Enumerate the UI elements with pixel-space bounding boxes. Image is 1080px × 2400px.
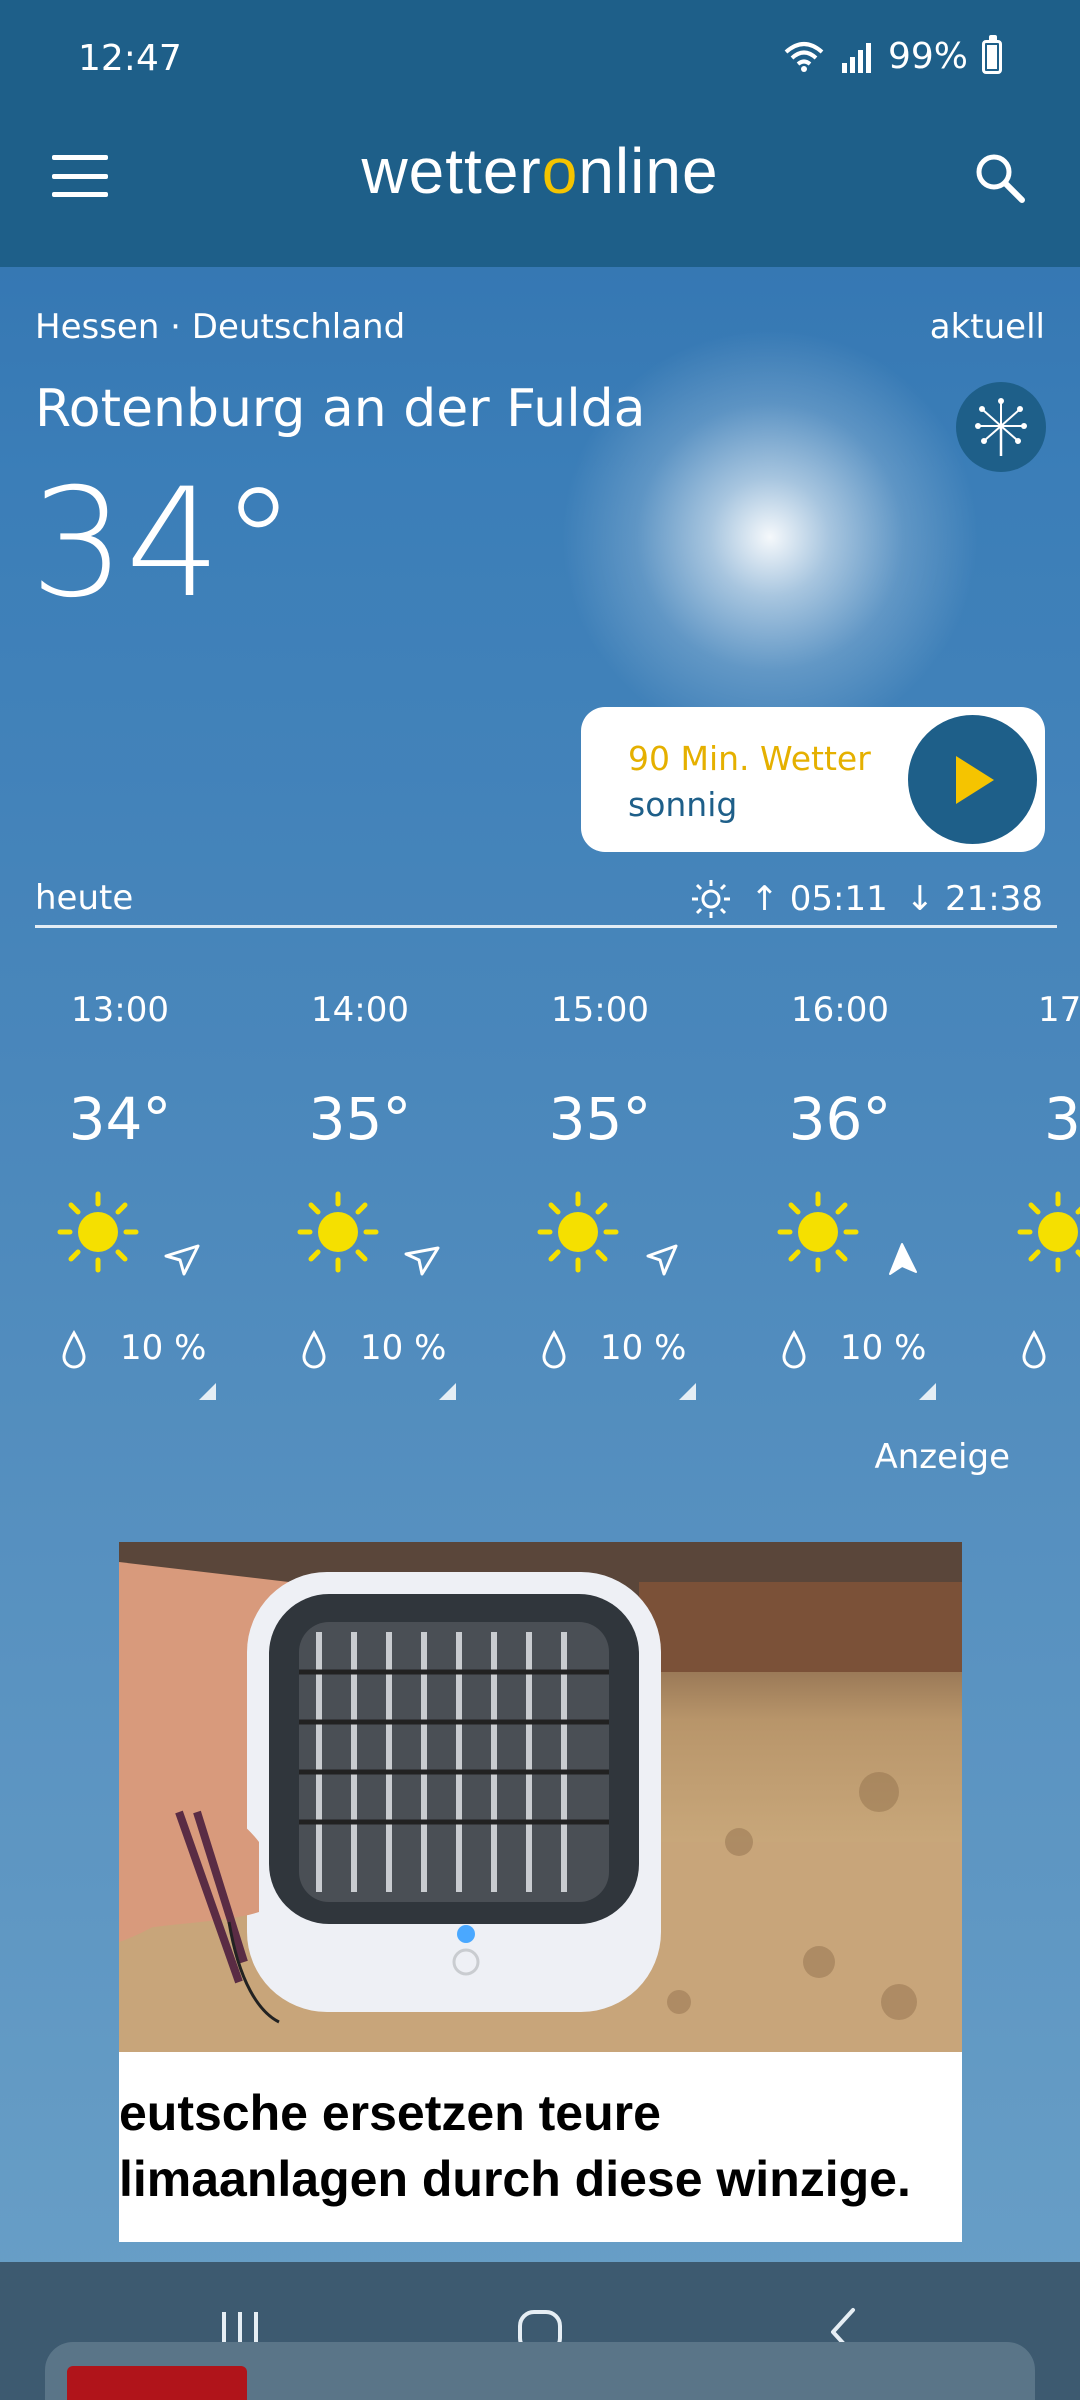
hour-temp: 35° (308, 1085, 412, 1153)
hour-temp: 34° (68, 1085, 172, 1153)
wind-direction-icon (404, 1246, 440, 1276)
hour-column[interactable]: 17: 3 (960, 990, 1080, 1400)
wifi-icon (784, 41, 824, 72)
wind-direction-icon (164, 1244, 200, 1276)
app-logo: wetteronline (361, 135, 719, 207)
signal-icon (841, 42, 871, 73)
ad-headline: eutsche ersetzen teure limaanlagen durch… (119, 2085, 911, 2207)
sun-icon (1017, 1191, 1080, 1273)
play-button[interactable] (902, 709, 1043, 850)
sun-outline-icon (692, 880, 731, 918)
hour-time: 17: (1038, 990, 1080, 1030)
sun-icon (537, 1191, 619, 1273)
hour-precip: 10 % (360, 1328, 447, 1368)
expand-corner-icon (434, 1383, 456, 1400)
raindrop-icon (302, 1330, 326, 1369)
ad-product-photo (119, 1542, 962, 2052)
pollen-button[interactable] (956, 382, 1046, 472)
play-icon (955, 755, 994, 804)
battery-percent: 99% (887, 36, 968, 77)
nowcast-title: 90 Min. Wetter (628, 739, 871, 778)
expand-corner-icon (914, 1383, 936, 1400)
hour-precip: 10 % (600, 1328, 687, 1368)
expand-corner-icon (674, 1383, 696, 1400)
hourly-forecast[interactable]: 13:00 34° 10 % 14:00 35° 10 % 15:00 35° … (0, 990, 1080, 1400)
hour-column[interactable]: 14:00 35° 10 % (240, 990, 480, 1400)
app-header: 12:47 99% wetteronline (0, 0, 1080, 267)
hour-column[interactable]: 13:00 34° 10 % (0, 990, 240, 1400)
hour-precip: 10 % (840, 1328, 927, 1368)
sun-icon (297, 1191, 379, 1273)
hour-precip: 10 % (120, 1328, 207, 1368)
hour-temp: 3 (1044, 1085, 1080, 1153)
sunrise-time: ↑ 05:11 (750, 879, 888, 919)
hour-time: 16:00 (791, 990, 889, 1030)
ad-label: Anzeige (874, 1437, 1010, 1477)
hour-temp: 36° (788, 1085, 892, 1153)
mode-label[interactable]: aktuell (930, 307, 1045, 347)
nowcast-condition: sonnig (628, 785, 738, 824)
raindrop-icon (782, 1330, 806, 1369)
ad-image (119, 1542, 962, 2052)
arrow-up-icon: ↑ (750, 879, 779, 919)
hour-time: 14:00 (311, 990, 409, 1030)
sun-icon (777, 1191, 859, 1273)
sun-times: ↑ 05:11 ↓ 21:38 (690, 878, 1043, 920)
weather-screen: 12:47 99% wetteronline Hessen · Deutschl… (0, 0, 1080, 2400)
arrow-down-icon: ↓ (905, 879, 935, 919)
search-icon[interactable] (972, 150, 1028, 206)
ad-card[interactable]: eutsche ersetzen teure limaanlagen durch… (119, 1542, 962, 2242)
sunset-time: ↓ 21:38 (905, 879, 1043, 919)
nowcast-card[interactable]: 90 Min. Wetter sonnig (581, 707, 1045, 852)
day-label: heute (35, 878, 134, 918)
current-temperature: 34° (30, 457, 296, 631)
wind-direction-icon (646, 1244, 678, 1276)
bottom-sheet[interactable] (45, 2342, 1035, 2400)
battery-icon (982, 34, 1002, 74)
raindrop-icon (62, 1330, 86, 1369)
current-weather-panel: Hessen · Deutschland aktuell Rotenburg a… (0, 267, 1080, 947)
wind-direction-icon (889, 1243, 917, 1275)
raindrop-icon (542, 1330, 566, 1369)
hour-column[interactable]: 16:00 36° 10 % (720, 990, 960, 1400)
raindrop-icon (1022, 1330, 1046, 1369)
dandelion-icon (975, 398, 1027, 456)
region-label: Hessen · Deutschland (35, 307, 406, 347)
hour-column[interactable]: 15:00 35° 10 % (480, 990, 720, 1400)
sheet-thumbnail (67, 2366, 247, 2400)
status-icons: 99% (782, 34, 1002, 77)
hour-temp: 35° (548, 1085, 652, 1153)
hour-time: 15:00 (551, 990, 649, 1030)
sun-icon (57, 1191, 139, 1273)
status-time: 12:47 (78, 38, 182, 79)
hour-time: 13:00 (71, 990, 169, 1030)
city-name: Rotenburg an der Fulda (35, 379, 646, 439)
day-header: heute ↑ 05:11 ↓ 21:38 (35, 878, 1057, 928)
expand-corner-icon (194, 1383, 216, 1400)
